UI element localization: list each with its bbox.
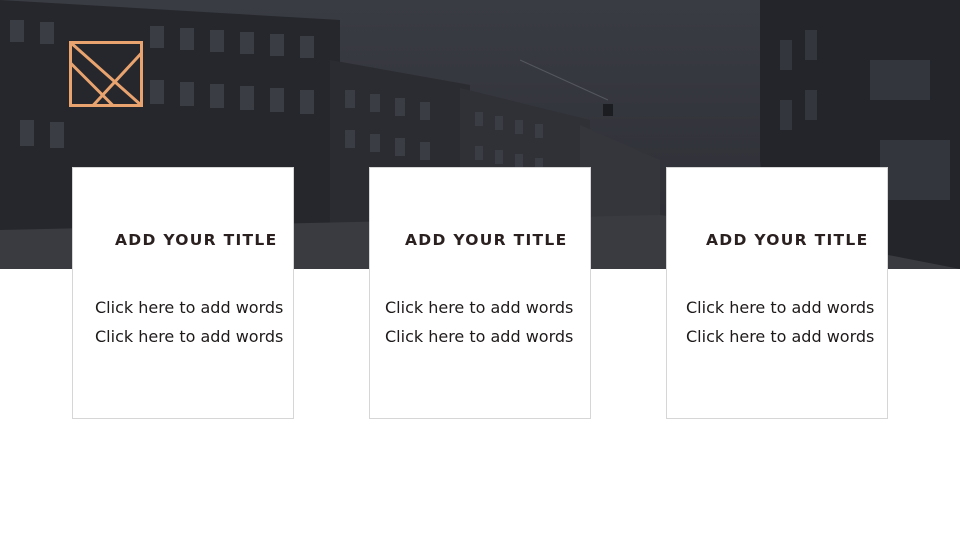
card-text-line[interactable]: Click here to add words [686,322,882,351]
content-card-1[interactable]: ADD YOUR TITLE Click here to add words C… [72,167,294,419]
card-text-line[interactable]: Click here to add words [95,322,291,351]
card-title[interactable]: ADD YOUR TITLE [73,231,337,249]
card-title[interactable]: ADD YOUR TITLE [370,231,627,249]
content-card-3[interactable]: ADD YOUR TITLE Click here to add words C… [666,167,888,419]
card-text-line[interactable]: Click here to add words [385,322,581,351]
card-title[interactable]: ADD YOUR TITLE [667,231,928,249]
card-body: Click here to add words Click here to ad… [385,293,581,351]
card-text-line[interactable]: Click here to add words [385,293,581,322]
card-text-line[interactable]: Click here to add words [686,293,882,322]
square-diagonal-logo-icon [69,41,143,107]
card-text-line[interactable]: Click here to add words [95,293,291,322]
card-body: Click here to add words Click here to ad… [95,293,291,351]
card-body: Click here to add words Click here to ad… [686,293,882,351]
content-card-2[interactable]: ADD YOUR TITLE Click here to add words C… [369,167,591,419]
